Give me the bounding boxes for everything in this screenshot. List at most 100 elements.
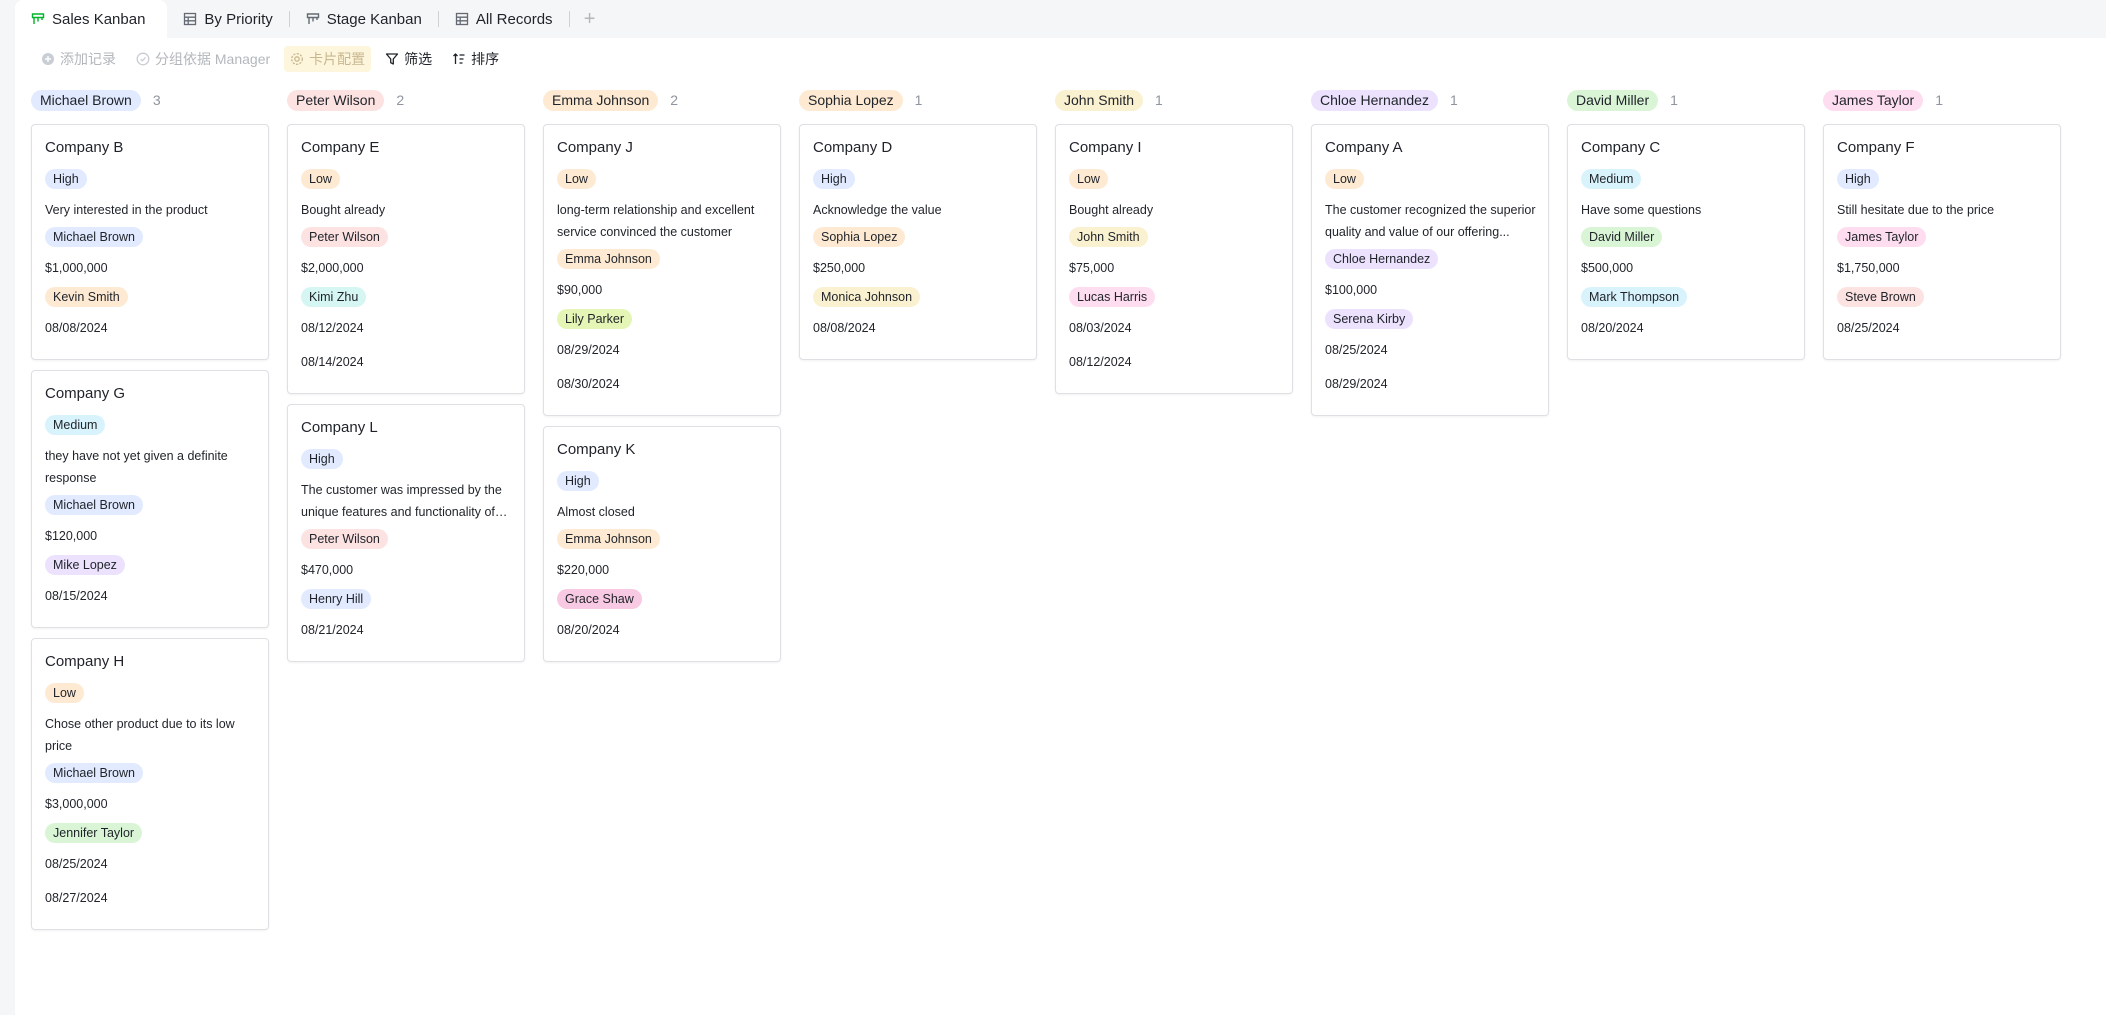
column-count: 1 xyxy=(1155,92,1163,108)
column-header[interactable]: Emma Johnson 2 xyxy=(543,86,781,114)
card-note-text: Bought already xyxy=(1069,203,1154,217)
deal-amount: $1,750,000 xyxy=(1837,261,1900,275)
card-title: Company H xyxy=(45,653,125,670)
record-card[interactable]: Company K High Almost closed Emma Johnson $2… xyxy=(543,426,781,662)
card-date: 08/29/2024 xyxy=(1325,377,1388,391)
deal-amount: $470,000 xyxy=(301,563,354,577)
column-header[interactable]: John Smith 1 xyxy=(1055,86,1293,114)
priority-tag-row: High xyxy=(557,471,768,491)
record-card[interactable]: Company F High Still hesitate due to the p… xyxy=(1823,124,2061,360)
card-date: 08/29/2024 xyxy=(557,343,620,357)
manager-tag: Michael Brown xyxy=(45,763,143,783)
deal-amount: $250,000 xyxy=(813,261,866,275)
column-title-tag: John Smith xyxy=(1055,89,1144,111)
column-header[interactable]: David Miller 1 xyxy=(1567,86,1805,114)
manager-tag: Sophia Lopez xyxy=(813,227,906,247)
priority-tag-row: High xyxy=(813,169,1024,189)
record-card[interactable]: Company E Low Bought already Peter Wilson $2… xyxy=(287,124,525,394)
card-note: Have some questions xyxy=(1581,199,1792,221)
tab-stage-kanban[interactable]: Stage Kanban xyxy=(290,0,438,38)
column-header[interactable]: Sophia Lopez 1 xyxy=(799,86,1037,114)
card-title: Company J xyxy=(557,139,633,156)
record-card[interactable]: Company C Medium Have some questions David … xyxy=(1567,124,1805,360)
card-date: 08/08/2024 xyxy=(813,321,876,335)
card-date: 08/03/2024 xyxy=(1069,321,1132,335)
card-date: 08/25/2024 xyxy=(45,857,108,871)
deal-amount: $220,000 xyxy=(557,563,610,577)
add-view-button[interactable]: + xyxy=(570,0,610,38)
contact-tag: Lucas Harris xyxy=(1069,287,1156,307)
priority-tag: High xyxy=(301,449,343,469)
group-icon xyxy=(136,52,150,66)
priority-tag-row: High xyxy=(45,169,256,189)
contact-tag-row: Monica Johnson xyxy=(813,287,1024,307)
deal-amount: $75,000 xyxy=(1069,261,1115,275)
priority-tag: Medium xyxy=(45,415,106,435)
manager-tag-row: Michael Brown xyxy=(45,763,256,783)
card-title: Company A xyxy=(1325,139,1403,156)
tab-all-records[interactable]: All Records xyxy=(439,0,569,38)
column-title-tag: Michael Brown xyxy=(31,89,141,111)
card-note-text: long-term relationship and excellent ser… xyxy=(557,203,755,239)
tab-by-priority[interactable]: By Priority xyxy=(167,0,288,38)
record-card[interactable]: Company J Low long-term relationship and e… xyxy=(543,124,781,416)
add-record-button[interactable]: 添加记录 xyxy=(35,46,122,72)
card-date: 08/12/2024 xyxy=(301,321,364,335)
card-date: 08/12/2024 xyxy=(1069,355,1132,369)
manager-tag: John Smith xyxy=(1069,227,1148,247)
record-card[interactable]: Company B High Very interested in the prod… xyxy=(31,124,269,360)
record-card[interactable]: Company G Medium they have not yet given a… xyxy=(31,370,269,628)
card-date: 08/20/2024 xyxy=(557,623,620,637)
priority-tag-row: High xyxy=(301,449,512,469)
deal-amount: $90,000 xyxy=(557,283,603,297)
column-header[interactable]: Chloe Hernandez 1 xyxy=(1311,86,1549,114)
card-note-text: Almost closed xyxy=(557,505,635,519)
card-note: long-term relationship and excellent ser… xyxy=(557,199,768,243)
card-note: Almost closed xyxy=(557,501,768,523)
card-note-text: The customer recognized the superior qua… xyxy=(1325,203,1536,239)
priority-tag-row: High xyxy=(1837,169,2048,189)
grid-icon xyxy=(183,12,197,26)
kanban-column: James Taylor 1 Company F High Still hesitate… xyxy=(1823,86,2061,370)
sort-icon xyxy=(453,53,465,64)
column-count: 3 xyxy=(152,92,161,108)
record-card[interactable]: Company D High Acknowledge the value Sophia… xyxy=(799,124,1037,360)
contact-tag: Lily Parker xyxy=(557,309,633,329)
filter-icon xyxy=(386,53,399,65)
contact-tag-row: Lily Parker xyxy=(557,309,768,329)
left-rail xyxy=(0,38,15,1015)
group-by-button[interactable]: 分组依据 Manager xyxy=(130,46,276,72)
column-count: 2 xyxy=(396,92,405,108)
record-card[interactable]: Company A Low The customer recognized the … xyxy=(1311,124,1549,416)
card-note-text: The customer was impressed by the unique… xyxy=(301,483,502,519)
contact-tag-row: Kimi Zhu xyxy=(301,287,512,307)
sort-button[interactable]: 排序 xyxy=(446,46,505,72)
priority-tag-row: Low xyxy=(557,169,768,189)
record-card[interactable]: Company I Low Bought already John Smith $75,… xyxy=(1055,124,1293,394)
manager-tag: Chloe Hernandez xyxy=(1325,249,1439,269)
priority-tag: Low xyxy=(557,169,596,189)
record-card[interactable]: Company H Low Chose other product due to i… xyxy=(31,638,269,930)
tab-sales-kanban[interactable]: Sales Kanban xyxy=(15,0,168,38)
contact-tag-row: Jennifer Taylor xyxy=(45,823,256,843)
filter-button[interactable]: 筛选 xyxy=(379,46,438,72)
manager-tag-row: John Smith xyxy=(1069,227,1280,247)
manager-tag: Emma Johnson xyxy=(557,529,660,549)
view-tab-bar: Sales Kanban By Priority Stage Kanban Al… xyxy=(0,0,2106,38)
record-card[interactable]: Company L High The customer was impressed … xyxy=(287,404,525,662)
card-config-button[interactable]: 卡片配置 xyxy=(284,46,372,72)
priority-tag-row: Medium xyxy=(1581,169,1792,189)
contact-tag-row: Mark Thompson xyxy=(1581,287,1792,307)
column-header[interactable]: James Taylor 1 xyxy=(1823,86,2061,114)
card-date: 08/08/2024 xyxy=(45,321,108,335)
column-header[interactable]: Peter Wilson 2 xyxy=(287,86,525,114)
priority-tag-row: Low xyxy=(45,683,256,703)
tab-label: All Records xyxy=(475,10,553,28)
group-by-label: 分组依据 Manager xyxy=(155,51,271,67)
column-header[interactable]: Michael Brown 3 xyxy=(31,86,269,114)
contact-tag: Jennifer Taylor xyxy=(45,823,143,843)
card-title: Company F xyxy=(1837,139,1915,156)
tab-label: Sales Kanban xyxy=(52,10,146,28)
priority-tag-row: Low xyxy=(301,169,512,189)
card-title: Company K xyxy=(557,441,636,458)
